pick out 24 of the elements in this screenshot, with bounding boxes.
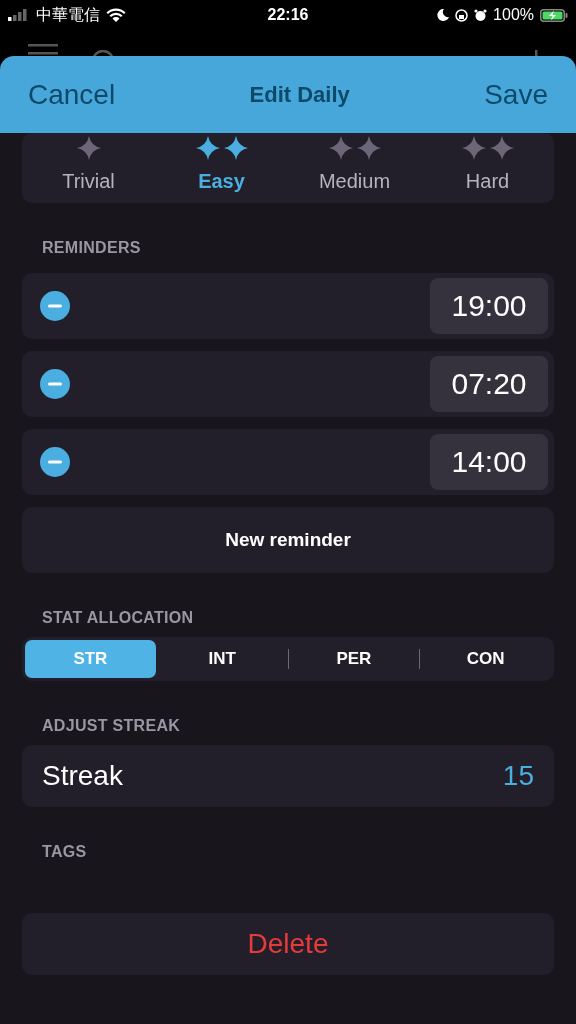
cancel-button[interactable]: Cancel — [28, 78, 116, 111]
section-heading: STAT ALLOCATION — [41, 608, 195, 628]
battery-percent: 100% — [493, 6, 534, 24]
stat-segment[interactable]: CON — [420, 640, 551, 678]
difficulty-option[interactable]: Trivial — [22, 133, 155, 203]
time-picker[interactable]: 14:00 — [430, 434, 548, 490]
streak-value[interactable]: 15 — [502, 760, 534, 792]
section-heading: ADJUST STREAK — [41, 716, 182, 736]
save-button[interactable]: Save — [484, 78, 548, 111]
time-picker[interactable]: 07:20 — [430, 356, 548, 412]
section-heading: REMINDERS — [41, 238, 142, 258]
time-picker[interactable]: 19:00 — [430, 278, 548, 334]
delete-button[interactable]: Delete — [22, 913, 554, 975]
difficulty-option[interactable]: Easy — [155, 133, 288, 203]
difficulty-option[interactable]: Medium — [288, 133, 421, 203]
stat-segment[interactable]: PER — [288, 640, 420, 678]
stat-segment[interactable]: INT — [156, 640, 288, 678]
streak-label: Streak — [42, 760, 123, 792]
new-reminder-button[interactable]: New reminder — [22, 507, 554, 573]
modal-title: Edit Daily — [249, 81, 350, 108]
section-heading: TAGS — [41, 842, 88, 862]
carrier-name: 中華電信 — [36, 4, 100, 25]
difficulty-option[interactable]: Hard — [421, 133, 554, 203]
clock-time: 22:16 — [266, 6, 310, 24]
